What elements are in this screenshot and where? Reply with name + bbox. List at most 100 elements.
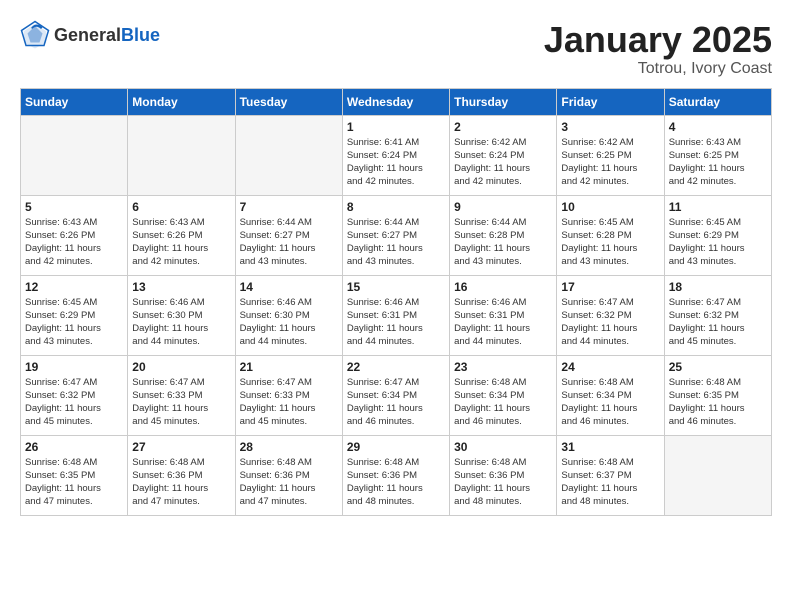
- calendar-cell: 1 Sunrise: 6:41 AM Sunset: 6:24 PM Daylig…: [342, 115, 449, 195]
- day-info: Sunrise: 6:43 AM Sunset: 6:25 PM Dayligh…: [669, 136, 767, 189]
- day-number: 19: [25, 360, 123, 374]
- calendar-cell: 28Sunrise: 6:48 AM Sunset: 6:36 PM Dayli…: [235, 435, 342, 515]
- calendar-cell: 22Sunrise: 6:47 AM Sunset: 6:34 PM Dayli…: [342, 355, 449, 435]
- calendar-week-row: 12 Sunrise: 6:45 AM Sunset: 6:29 PM Dayli…: [21, 275, 772, 355]
- day-info: Sunrise: 6:48 AM Sunset: 6:36 PM Dayligh…: [240, 456, 338, 509]
- day-info: Sunrise: 6:45 AM Sunset: 6:28 PM Dayligh…: [561, 216, 659, 269]
- day-info: Sunrise: 6:45 AM Sunset: 6:29 PM Dayligh…: [25, 296, 123, 349]
- day-number: 13: [132, 280, 230, 294]
- calendar-cell: 6 Sunrise: 6:43 AM Sunset: 6:26 PM Daylig…: [128, 195, 235, 275]
- day-info: Sunrise: 6:48 AM Sunset: 6:34 PM Dayligh…: [561, 376, 659, 429]
- day-info: Sunrise: 6:47 AM Sunset: 6:33 PM Dayligh…: [240, 376, 338, 429]
- day-info: Sunrise: 6:46 AM Sunset: 6:30 PM Dayligh…: [240, 296, 338, 349]
- calendar-cell: [128, 115, 235, 195]
- header-wednesday: Wednesday: [342, 88, 449, 115]
- day-number: 26: [25, 440, 123, 454]
- day-number: 31: [561, 440, 659, 454]
- day-info: Sunrise: 6:41 AM Sunset: 6:24 PM Dayligh…: [347, 136, 445, 189]
- calendar-cell: 16 Sunrise: 6:46 AM Sunset: 6:31 PM Dayli…: [450, 275, 557, 355]
- day-number: 6: [132, 200, 230, 214]
- day-number: 4: [669, 120, 767, 134]
- calendar-subtitle: Totrou, Ivory Coast: [544, 60, 772, 78]
- day-number: 1: [347, 120, 445, 134]
- day-info: Sunrise: 6:46 AM Sunset: 6:30 PM Dayligh…: [132, 296, 230, 349]
- calendar-title: January 2025: [544, 20, 772, 60]
- day-info: Sunrise: 6:47 AM Sunset: 6:32 PM Dayligh…: [561, 296, 659, 349]
- calendar-cell: 7 Sunrise: 6:44 AM Sunset: 6:27 PM Daylig…: [235, 195, 342, 275]
- day-number: 2: [454, 120, 552, 134]
- day-info: Sunrise: 6:47 AM Sunset: 6:32 PM Dayligh…: [25, 376, 123, 429]
- day-info: Sunrise: 6:44 AM Sunset: 6:27 PM Dayligh…: [240, 216, 338, 269]
- calendar-header-row: SundayMondayTuesdayWednesdayThursdayFrid…: [21, 88, 772, 115]
- day-number: 3: [561, 120, 659, 134]
- calendar-cell: 29 Sunrise: 6:48 AM Sunset: 6:36 PM Dayli…: [342, 435, 449, 515]
- calendar-cell: [235, 115, 342, 195]
- day-info: Sunrise: 6:47 AM Sunset: 6:34 PM Dayligh…: [347, 376, 445, 429]
- calendar-cell: 20Sunrise: 6:47 AM Sunset: 6:33 PM Dayli…: [128, 355, 235, 435]
- day-info: Sunrise: 6:42 AM Sunset: 6:25 PM Dayligh…: [561, 136, 659, 189]
- calendar-cell: 5 Sunrise: 6:43 AM Sunset: 6:26 PM Daylig…: [21, 195, 128, 275]
- day-info: Sunrise: 6:47 AM Sunset: 6:32 PM Dayligh…: [669, 296, 767, 349]
- day-number: 10: [561, 200, 659, 214]
- day-number: 24: [561, 360, 659, 374]
- day-number: 21: [240, 360, 338, 374]
- calendar-cell: 15 Sunrise: 6:46 AM Sunset: 6:31 PM Dayli…: [342, 275, 449, 355]
- header-friday: Friday: [557, 88, 664, 115]
- calendar-cell: 25Sunrise: 6:48 AM Sunset: 6:35 PM Dayli…: [664, 355, 771, 435]
- calendar-table: SundayMondayTuesdayWednesdayThursdayFrid…: [20, 88, 772, 516]
- calendar-cell: 23 Sunrise: 6:48 AM Sunset: 6:34 PM Dayli…: [450, 355, 557, 435]
- calendar-cell: 18Sunrise: 6:47 AM Sunset: 6:32 PM Dayli…: [664, 275, 771, 355]
- day-info: Sunrise: 6:43 AM Sunset: 6:26 PM Dayligh…: [25, 216, 123, 269]
- day-info: Sunrise: 6:46 AM Sunset: 6:31 PM Dayligh…: [454, 296, 552, 349]
- calendar-cell: 30 Sunrise: 6:48 AM Sunset: 6:36 PM Dayli…: [450, 435, 557, 515]
- calendar-cell: 9 Sunrise: 6:44 AM Sunset: 6:28 PM Daylig…: [450, 195, 557, 275]
- day-info: Sunrise: 6:46 AM Sunset: 6:31 PM Dayligh…: [347, 296, 445, 349]
- calendar-cell: 4 Sunrise: 6:43 AM Sunset: 6:25 PM Daylig…: [664, 115, 771, 195]
- day-info: Sunrise: 6:48 AM Sunset: 6:36 PM Dayligh…: [347, 456, 445, 509]
- day-info: Sunrise: 6:43 AM Sunset: 6:26 PM Dayligh…: [132, 216, 230, 269]
- calendar-cell: 13 Sunrise: 6:46 AM Sunset: 6:30 PM Dayli…: [128, 275, 235, 355]
- day-number: 15: [347, 280, 445, 294]
- day-info: Sunrise: 6:48 AM Sunset: 6:36 PM Dayligh…: [132, 456, 230, 509]
- calendar-week-row: 5 Sunrise: 6:43 AM Sunset: 6:26 PM Daylig…: [21, 195, 772, 275]
- day-info: Sunrise: 6:48 AM Sunset: 6:35 PM Dayligh…: [25, 456, 123, 509]
- day-number: 8: [347, 200, 445, 214]
- calendar-cell: 24 Sunrise: 6:48 AM Sunset: 6:34 PM Dayli…: [557, 355, 664, 435]
- header-tuesday: Tuesday: [235, 88, 342, 115]
- calendar-cell: 12 Sunrise: 6:45 AM Sunset: 6:29 PM Dayli…: [21, 275, 128, 355]
- day-info: Sunrise: 6:48 AM Sunset: 6:34 PM Dayligh…: [454, 376, 552, 429]
- logo-blue: Blue: [121, 25, 160, 45]
- day-number: 30: [454, 440, 552, 454]
- day-number: 12: [25, 280, 123, 294]
- day-number: 5: [25, 200, 123, 214]
- day-number: 16: [454, 280, 552, 294]
- day-number: 7: [240, 200, 338, 214]
- day-number: 23: [454, 360, 552, 374]
- logo-general: General: [54, 25, 121, 45]
- calendar-cell: 19 Sunrise: 6:47 AM Sunset: 6:32 PM Dayli…: [21, 355, 128, 435]
- day-number: 14: [240, 280, 338, 294]
- page-header: GeneralBlue January 2025 Totrou, Ivory C…: [20, 20, 772, 78]
- calendar-cell: 26 Sunrise: 6:48 AM Sunset: 6:35 PM Dayli…: [21, 435, 128, 515]
- day-info: Sunrise: 6:48 AM Sunset: 6:37 PM Dayligh…: [561, 456, 659, 509]
- day-number: 9: [454, 200, 552, 214]
- day-number: 11: [669, 200, 767, 214]
- day-info: Sunrise: 6:48 AM Sunset: 6:36 PM Dayligh…: [454, 456, 552, 509]
- header-sunday: Sunday: [21, 88, 128, 115]
- day-number: 17: [561, 280, 659, 294]
- day-info: Sunrise: 6:44 AM Sunset: 6:27 PM Dayligh…: [347, 216, 445, 269]
- day-info: Sunrise: 6:47 AM Sunset: 6:33 PM Dayligh…: [132, 376, 230, 429]
- calendar-cell: 27Sunrise: 6:48 AM Sunset: 6:36 PM Dayli…: [128, 435, 235, 515]
- header-monday: Monday: [128, 88, 235, 115]
- day-info: Sunrise: 6:44 AM Sunset: 6:28 PM Dayligh…: [454, 216, 552, 269]
- calendar-cell: 3 Sunrise: 6:42 AM Sunset: 6:25 PM Daylig…: [557, 115, 664, 195]
- logo-icon: [20, 20, 50, 50]
- day-number: 29: [347, 440, 445, 454]
- logo: GeneralBlue: [20, 20, 160, 50]
- calendar-week-row: 19 Sunrise: 6:47 AM Sunset: 6:32 PM Dayli…: [21, 355, 772, 435]
- calendar-cell: 14 Sunrise: 6:46 AM Sunset: 6:30 PM Dayli…: [235, 275, 342, 355]
- header-saturday: Saturday: [664, 88, 771, 115]
- calendar-cell: [21, 115, 128, 195]
- day-info: Sunrise: 6:45 AM Sunset: 6:29 PM Dayligh…: [669, 216, 767, 269]
- calendar-week-row: 1 Sunrise: 6:41 AM Sunset: 6:24 PM Daylig…: [21, 115, 772, 195]
